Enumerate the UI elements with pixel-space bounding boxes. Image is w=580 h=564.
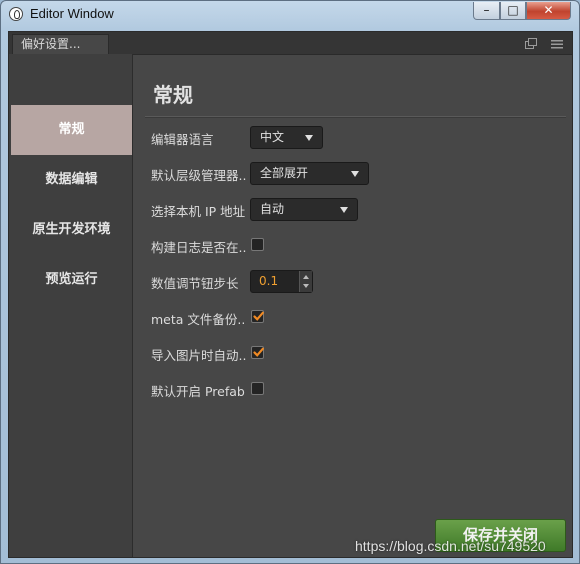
sidebar-item-preview-run[interactable]: 预览运行 bbox=[11, 255, 132, 305]
select-value: 中文 bbox=[260, 130, 285, 144]
setting-row-step: 数值调节钮步长 0.1 bbox=[151, 270, 571, 294]
setting-label: 选择本机 IP 地址 bbox=[151, 204, 246, 219]
hierarchy-select[interactable]: 全部展开 bbox=[250, 162, 369, 185]
unity-logo-icon bbox=[9, 7, 23, 21]
watermark-text: https://blog.csdn.net/su749520 bbox=[355, 538, 546, 554]
setting-label: 数值调节钮步长 bbox=[151, 276, 239, 291]
setting-label: 默认层级管理器.. bbox=[151, 168, 246, 183]
window-title: Editor Window bbox=[30, 6, 114, 21]
setting-row-build-log: 构建日志是否在.. bbox=[151, 234, 571, 258]
spin-up-icon[interactable] bbox=[303, 275, 309, 279]
select-value: 全部展开 bbox=[260, 166, 309, 180]
popout-icon[interactable] bbox=[524, 36, 538, 50]
preferences-sidebar: 常规 数据编辑 原生开发环境 预览运行 bbox=[9, 54, 133, 557]
language-select[interactable]: 中文 bbox=[250, 126, 323, 149]
setting-label: 构建日志是否在.. bbox=[151, 240, 246, 255]
number-value: 0.1 bbox=[259, 274, 279, 288]
setting-row-import-image: 导入图片时自动.. bbox=[151, 342, 571, 366]
setting-row-language: 编辑器语言 中文 bbox=[151, 126, 571, 150]
prefab-checkbox[interactable] bbox=[251, 382, 264, 395]
minimize-button[interactable]: – bbox=[473, 2, 500, 20]
checkmark-icon bbox=[253, 347, 264, 357]
setting-label: 导入图片时自动.. bbox=[151, 348, 246, 363]
setting-row-hierarchy: 默认层级管理器.. 全部展开 bbox=[151, 162, 571, 186]
general-settings: 常规 编辑器语言 中文 默认层级管理器.. 全部展开 选择本机 IP 地址 自动… bbox=[133, 54, 572, 557]
setting-label: meta 文件备份... bbox=[151, 312, 246, 327]
setting-row-prefab: 默认开启 Prefab.. bbox=[151, 378, 571, 402]
editor-window: Editor Window – □ ✕ 偏好设置... 常规 数据编辑 原生开发… bbox=[0, 0, 580, 564]
sidebar-item-data-editing[interactable]: 数据编辑 bbox=[11, 155, 132, 205]
number-spinner[interactable] bbox=[299, 271, 312, 292]
tab-bar: 偏好设置... bbox=[9, 32, 572, 55]
dropdown-arrow-icon bbox=[340, 207, 348, 213]
preferences-panel: 偏好设置... 常规 数据编辑 原生开发环境 预览运行 常规 编辑器语言 中文 … bbox=[8, 31, 573, 558]
setting-row-meta-backup: meta 文件备份... bbox=[151, 306, 571, 330]
setting-label: 编辑器语言 bbox=[151, 132, 214, 147]
sidebar-item-general[interactable]: 常规 bbox=[11, 105, 132, 155]
build-log-checkbox[interactable] bbox=[251, 238, 264, 251]
maximize-button[interactable]: □ bbox=[500, 2, 526, 20]
setting-row-ip: 选择本机 IP 地址 自动 bbox=[151, 198, 571, 222]
select-value: 自动 bbox=[260, 202, 285, 216]
step-number-input[interactable]: 0.1 bbox=[250, 270, 313, 293]
hamburger-menu-icon[interactable] bbox=[550, 36, 564, 50]
title-divider bbox=[145, 116, 566, 118]
sidebar-item-native-env[interactable]: 原生开发环境 bbox=[11, 205, 132, 255]
import-image-checkbox[interactable] bbox=[251, 346, 264, 359]
page-title: 常规 bbox=[153, 83, 193, 107]
checkmark-icon bbox=[253, 311, 264, 321]
ip-select[interactable]: 自动 bbox=[250, 198, 358, 221]
tab-preferences[interactable]: 偏好设置... bbox=[12, 34, 109, 55]
dropdown-arrow-icon bbox=[351, 171, 359, 177]
meta-backup-checkbox[interactable] bbox=[251, 310, 264, 323]
spin-down-icon[interactable] bbox=[303, 284, 309, 288]
dropdown-arrow-icon bbox=[305, 135, 313, 141]
setting-label: 默认开启 Prefab.. bbox=[151, 384, 246, 399]
close-button[interactable]: ✕ bbox=[526, 2, 571, 20]
title-bar[interactable]: Editor Window – □ ✕ bbox=[1, 1, 579, 29]
